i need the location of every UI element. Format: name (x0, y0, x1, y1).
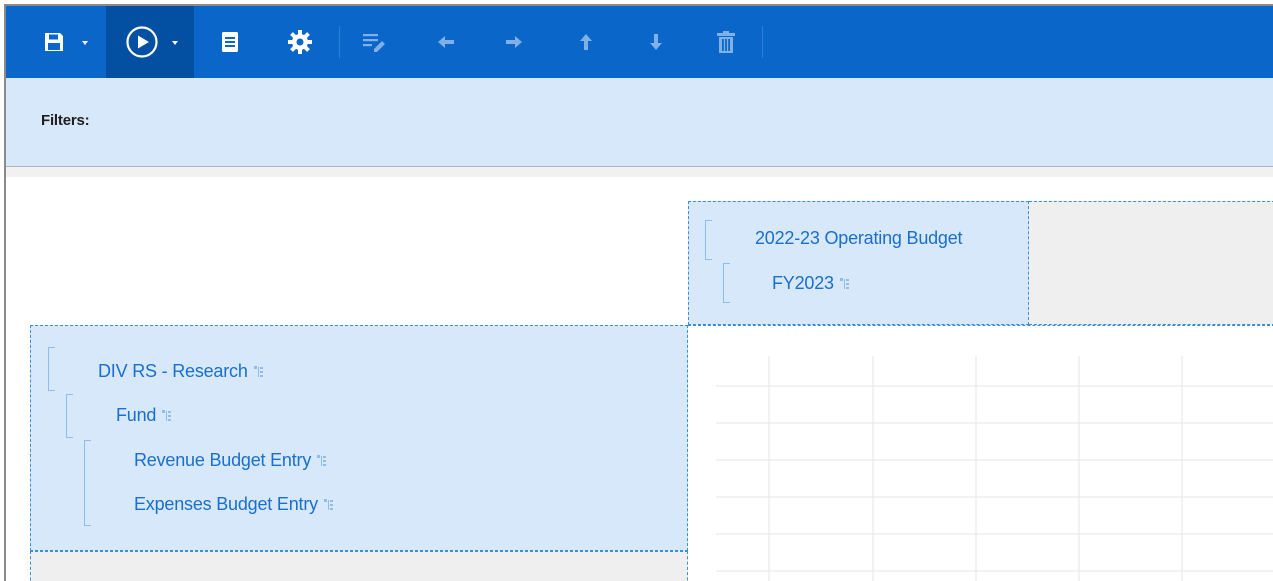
member-label: Expenses Budget Entry (134, 494, 318, 514)
hierarchy-bracket (723, 263, 730, 303)
member-label: Fund (116, 405, 157, 425)
toolbar-separator (339, 26, 340, 58)
toolbar-separator (762, 26, 763, 58)
member-label: FY2023 (772, 273, 834, 293)
column-empty-zone (1029, 201, 1273, 325)
member-label: DIV RS - Research (98, 361, 248, 381)
hierarchy-bracket (66, 394, 73, 438)
arrow-down-icon (650, 34, 662, 50)
hierarchy-bracket (48, 347, 55, 391)
data-grid[interactable] (716, 356, 1273, 581)
hierarchy-bracket (84, 440, 91, 526)
row-empty-zone (30, 551, 688, 581)
settings-button[interactable] (278, 6, 322, 78)
delete-button[interactable] (706, 6, 746, 78)
save-dropdown-caret-icon[interactable] (82, 41, 88, 45)
hierarchy-tree-icon[interactable] (253, 365, 268, 379)
document-button[interactable] (208, 6, 252, 78)
hierarchy-tree-icon[interactable] (839, 277, 854, 291)
hierarchy-tree-icon[interactable] (317, 454, 331, 468)
arrow-up-icon (580, 34, 592, 50)
hierarchy-tree-icon[interactable] (162, 409, 176, 423)
column-members-zone[interactable] (688, 201, 1029, 325)
column-member-operating-budget[interactable]: 2022-23 Operating Budget (755, 228, 963, 249)
arrow-left-icon (438, 36, 454, 48)
zone-divider-line (688, 325, 1273, 326)
member-label: 2022-23 Operating Budget (755, 228, 963, 248)
document-icon (222, 32, 238, 52)
edit-button[interactable] (354, 6, 394, 78)
column-member-fy2023[interactable]: FY2023 (772, 273, 854, 294)
app-frame: Filters: 2022-23 Operating Budget FY2023… (4, 4, 1273, 581)
floppy-disk-icon (45, 33, 63, 51)
filters-divider (6, 167, 1273, 177)
row-member-revenue-budget-entry[interactable]: Revenue Budget Entry (134, 450, 331, 471)
hierarchy-bracket (705, 220, 712, 260)
play-circle-icon (126, 26, 158, 58)
run-button[interactable] (106, 6, 194, 78)
hierarchy-tree-icon[interactable] (323, 498, 338, 512)
filters-label: Filters: (41, 112, 90, 129)
move-right-button[interactable] (494, 6, 534, 78)
row-member-expenses-budget-entry[interactable]: Expenses Budget Entry (134, 494, 338, 515)
move-up-button[interactable] (566, 6, 606, 78)
edit-lines-icon (363, 34, 385, 52)
row-member-fund[interactable]: Fund (116, 405, 176, 426)
move-left-button[interactable] (426, 6, 466, 78)
gear-icon (288, 30, 312, 54)
filters-bar[interactable]: Filters: (6, 78, 1273, 167)
row-member-div-rs-research[interactable]: DIV RS - Research (98, 361, 268, 382)
trash-icon (717, 31, 735, 53)
run-dropdown-caret-icon[interactable] (172, 41, 178, 45)
move-down-button[interactable] (636, 6, 676, 78)
toolbar (6, 6, 1273, 78)
arrow-right-icon (506, 36, 522, 48)
row-members-zone[interactable] (30, 325, 688, 551)
save-button[interactable] (26, 6, 96, 78)
member-label: Revenue Budget Entry (134, 450, 312, 470)
